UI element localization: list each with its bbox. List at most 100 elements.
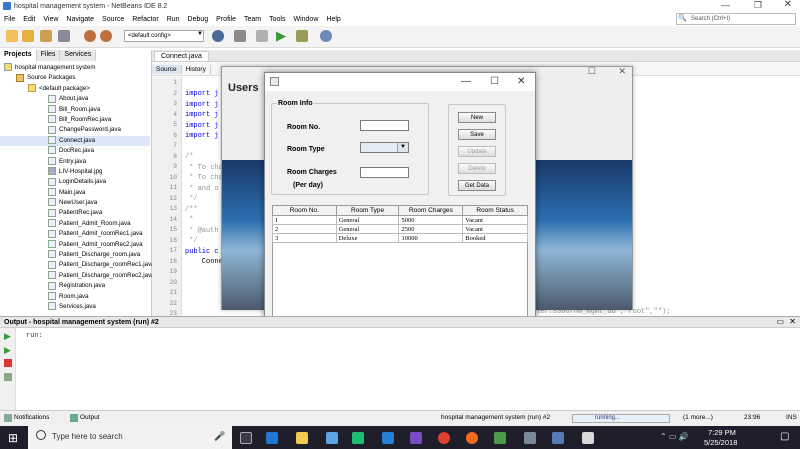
tree-file[interactable]: LoginDetails.java xyxy=(0,177,150,187)
room-type-select[interactable]: ▼ xyxy=(360,142,409,153)
restore-icon[interactable]: ❐ xyxy=(754,0,762,11)
menu-help[interactable]: Help xyxy=(322,16,344,23)
tree-file[interactable]: DocRec.java xyxy=(0,146,150,156)
rerun-icon[interactable]: ▶ xyxy=(4,331,11,342)
tree-file[interactable]: Main.java xyxy=(0,188,150,198)
menu-edit[interactable]: Edit xyxy=(19,16,39,23)
globe-icon[interactable] xyxy=(212,30,224,42)
tree-file[interactable]: Services.java xyxy=(0,302,150,312)
settings-icon[interactable] xyxy=(4,373,12,381)
save-button[interactable]: Save xyxy=(458,129,496,140)
tree-file[interactable]: LIV-Hospital.jpg xyxy=(0,167,150,177)
menu-profile[interactable]: Profile xyxy=(212,16,240,23)
users-restore-icon[interactable]: ☐ xyxy=(588,66,596,77)
tree-file[interactable]: Patient_Admit_Room.java xyxy=(0,219,150,229)
undo-icon[interactable] xyxy=(84,30,96,42)
open-project-icon[interactable] xyxy=(40,30,52,42)
tree-file[interactable]: Patient_Admit_roomRec1.java xyxy=(0,229,150,239)
tree-file[interactable]: Bill_Room.java xyxy=(0,104,150,115)
menu-source[interactable]: Source xyxy=(98,16,128,23)
minimize-icon[interactable]: ▭ xyxy=(776,317,784,326)
notifications-tab[interactable]: Notifications xyxy=(14,414,49,421)
tree-file[interactable]: NewUser.java xyxy=(0,198,150,208)
menu-refactor[interactable]: Refactor xyxy=(128,16,162,23)
windows-start-icon[interactable]: ⊞ xyxy=(8,431,18,445)
taskbar-search-box[interactable]: Type here to search 🎤 xyxy=(28,426,232,449)
profile-icon[interactable] xyxy=(320,30,332,42)
tree-file[interactable]: About.java xyxy=(0,94,150,104)
visual-studio-icon[interactable] xyxy=(410,432,422,444)
netbeans-icon[interactable] xyxy=(552,432,564,444)
clock-date[interactable]: 5/25/2018 xyxy=(704,438,737,447)
menu-navigate[interactable]: Navigate xyxy=(62,16,98,23)
tree-file-selected[interactable]: Connect.java xyxy=(0,135,150,147)
menu-debug[interactable]: Debug xyxy=(184,16,213,23)
new-project-icon[interactable] xyxy=(6,30,18,42)
room-no-field[interactable] xyxy=(360,120,409,131)
file-explorer-icon[interactable] xyxy=(296,432,308,444)
tree-file[interactable]: Patient_Admit_roomRec2.java xyxy=(0,240,150,250)
table-row[interactable]: 1 General 5000 Vacant xyxy=(272,215,528,225)
col-room-type[interactable]: Room Type xyxy=(335,205,400,216)
save-all-icon[interactable] xyxy=(58,30,70,42)
delete-button[interactable]: Delete xyxy=(458,163,496,174)
tree-file[interactable]: Entry.java xyxy=(0,156,150,167)
tab-files[interactable]: Files xyxy=(36,50,61,61)
edge-icon[interactable] xyxy=(266,432,278,444)
tree-file[interactable]: PatientRec.java xyxy=(0,208,150,218)
tab-history[interactable]: History xyxy=(182,64,211,74)
update-button[interactable]: Update xyxy=(458,146,496,157)
vscode-icon[interactable] xyxy=(382,432,394,444)
col-room-charges[interactable]: Room Charges xyxy=(398,205,464,216)
tab-projects[interactable]: Projects xyxy=(0,50,37,61)
tree-file[interactable]: Patient_Discharge_roomRec1.java xyxy=(0,260,155,270)
firefox-icon[interactable] xyxy=(466,432,478,444)
close-icon[interactable]: ✕ xyxy=(517,76,525,87)
menu-file[interactable]: File xyxy=(0,16,19,23)
close-icon[interactable]: ✕ xyxy=(789,317,796,326)
table-row[interactable]: 3 Deluxe 10000 Booked xyxy=(272,233,528,243)
run-icon[interactable]: ▶ xyxy=(276,28,286,44)
tab-connect-java[interactable]: Connect.java xyxy=(154,51,209,62)
rerun-params-icon[interactable]: ▶ xyxy=(4,345,11,356)
notification-center-icon[interactable]: ▢ xyxy=(780,431,789,442)
menu-tools[interactable]: Tools xyxy=(265,16,289,23)
new-button[interactable]: New xyxy=(458,112,496,123)
new-file-icon[interactable] xyxy=(22,30,34,42)
col-room-status[interactable]: Room Status xyxy=(462,205,528,216)
chrome-icon[interactable] xyxy=(438,432,450,444)
output-tab[interactable]: Output xyxy=(80,414,100,421)
debug-icon[interactable] xyxy=(296,30,308,42)
maximize-icon[interactable]: ☐ xyxy=(490,76,499,87)
tray-icons[interactable]: ⌃ ▭ 🔊 xyxy=(660,432,689,441)
menu-window[interactable]: Window xyxy=(289,16,322,23)
menu-view[interactable]: View xyxy=(39,16,62,23)
users-close-icon[interactable]: ✕ xyxy=(618,66,626,77)
minimize-icon[interactable]: — xyxy=(461,76,471,87)
minimize-icon[interactable]: — xyxy=(721,0,730,10)
tab-services[interactable]: Services xyxy=(60,50,97,61)
tree-default-package[interactable]: <default package> xyxy=(0,84,150,94)
store-icon[interactable] xyxy=(326,432,338,444)
close-icon[interactable]: ✕ xyxy=(784,0,792,10)
pycharm-icon[interactable] xyxy=(352,432,364,444)
more-tasks[interactable]: (1 more...) xyxy=(683,414,713,421)
java-icon[interactable] xyxy=(582,432,594,444)
tree-file[interactable]: Registration.java xyxy=(0,281,150,291)
tree-file[interactable]: Bill_RoomRec.java xyxy=(0,115,150,125)
table-row[interactable]: 2 General 2500 Vacant xyxy=(272,224,528,234)
tree-file[interactable]: Patient_Discharge_room.java xyxy=(0,250,150,260)
tree-file[interactable]: ChangePassword.java xyxy=(0,125,150,135)
col-room-no[interactable]: Room No. xyxy=(272,205,337,216)
tree-file[interactable]: Room.java xyxy=(0,291,150,302)
room-charges-field[interactable] xyxy=(360,167,409,178)
task-view-icon[interactable] xyxy=(240,432,252,444)
tab-source[interactable]: Source xyxy=(152,64,182,74)
app-icon[interactable] xyxy=(524,432,536,444)
hammer-icon[interactable] xyxy=(234,30,246,42)
redo-icon[interactable] xyxy=(100,30,112,42)
search-input[interactable]: Search (Ctrl+I) xyxy=(676,13,796,25)
menu-team[interactable]: Team xyxy=(240,16,265,23)
clock-time[interactable]: 7:29 PM xyxy=(708,428,736,437)
tree-file[interactable]: Patient_Discharge_roomRec2.java xyxy=(0,271,155,281)
